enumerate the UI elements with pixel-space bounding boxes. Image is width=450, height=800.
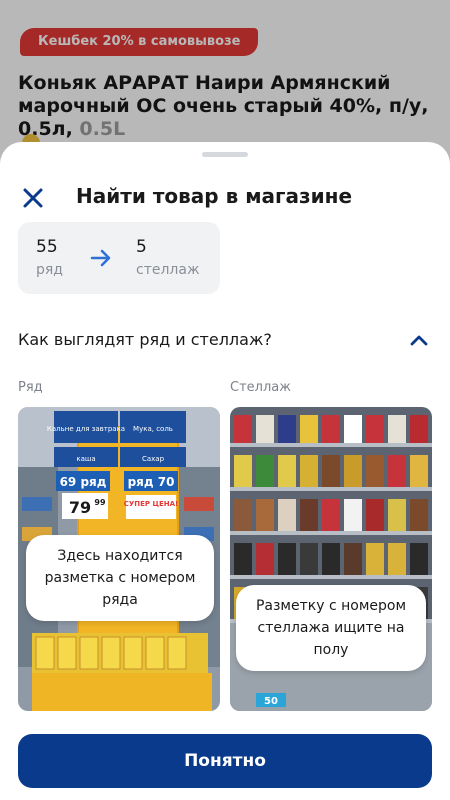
row-hint-bubble: Здесь находится разметка с номером ряда	[26, 535, 214, 621]
row-example-image: Кальне для завтрака Мука, соль каша Саха…	[18, 407, 220, 711]
faq-toggle[interactable]: Как выглядят ряд и стеллаж?	[18, 328, 432, 356]
shelf-label: стеллаж	[136, 262, 200, 278]
close-icon[interactable]	[20, 185, 46, 211]
floor-marker: 50	[264, 696, 278, 707]
sheet-title: Найти товар в магазине	[76, 184, 353, 208]
price-tag: 79	[69, 498, 91, 517]
row-column-label: Ряд	[18, 380, 43, 395]
row-sign-70: ряд 70	[128, 475, 175, 489]
location-card: 55 ряд 5 стеллаж	[18, 222, 220, 294]
faq-question: Как выглядят ряд и стеллаж?	[18, 330, 272, 349]
row-label: ряд	[36, 262, 63, 278]
shelf-hint-bubble: Разметку с номером стеллажа ищите на пол…	[236, 585, 426, 671]
row-sign-69: 69 ряд	[60, 475, 107, 489]
shelf-number: 5	[136, 237, 147, 257]
promo-sign: СУПЕР ЦЕНА!	[124, 500, 179, 508]
shelf-example-image: 50 Разметку с номером стеллажа ищите на …	[230, 407, 432, 711]
aisle-sign-1: Кальне для завтрака	[47, 425, 125, 433]
shelf-column-label: Стеллаж	[230, 380, 291, 395]
find-in-store-sheet: Найти товар в магазине 55 ряд 5 стеллаж …	[0, 142, 450, 800]
aisle-sign-3: каша	[76, 455, 95, 463]
row-number: 55	[36, 237, 58, 257]
aisle-sign-4: Сахар	[142, 455, 165, 463]
sheet-grabber[interactable]	[202, 152, 248, 157]
price-kop: 99	[94, 498, 106, 507]
aisle-sign-2: Мука, соль	[133, 425, 173, 433]
chevron-up-icon[interactable]	[410, 334, 428, 346]
ok-button[interactable]: Понятно	[18, 734, 432, 788]
arrow-right-icon	[90, 249, 111, 267]
